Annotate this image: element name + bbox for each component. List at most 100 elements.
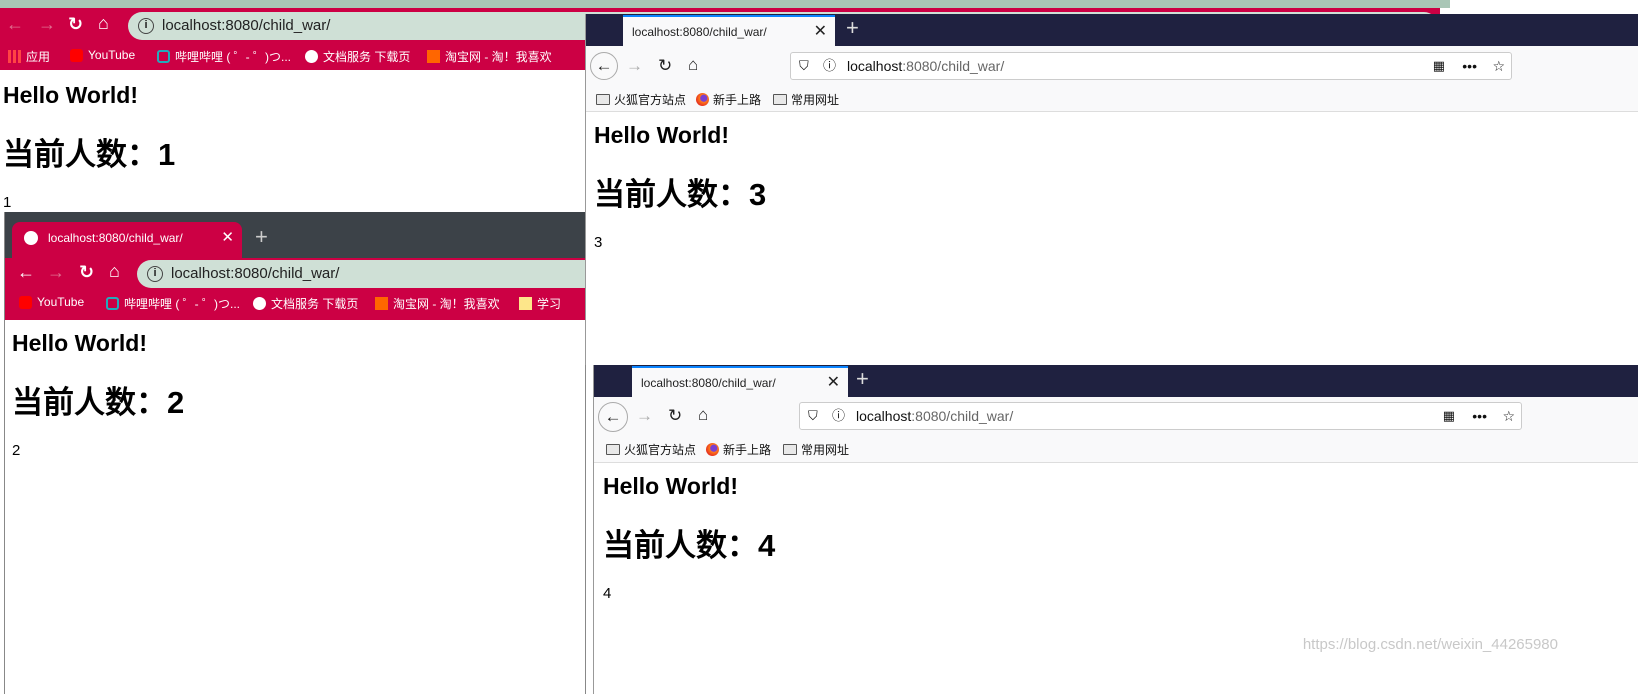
- home-icon[interactable]: ⌂: [98, 13, 109, 34]
- bookmark-bilibili[interactable]: 哔哩哔哩 ( ゜- ゜)つ...: [157, 48, 291, 65]
- bookmark-firefox-site[interactable]: 火狐官方站点: [606, 441, 696, 458]
- tab-active[interactable]: localhost:8080/child_war/ ✕: [623, 15, 835, 46]
- bookmark-common-sites[interactable]: 常用网址: [783, 441, 849, 458]
- bookmark-study[interactable]: 学习: [519, 295, 561, 312]
- forward-icon[interactable]: →: [636, 406, 653, 426]
- forward-icon[interactable]: →: [47, 262, 65, 283]
- bookmark-taobao[interactable]: 淘宝网 - 淘！我喜欢: [375, 295, 500, 312]
- more-icon[interactable]: •••: [1462, 53, 1477, 79]
- page-content-1: Hello World! 当前人数：1 1: [3, 82, 175, 211]
- bookmark-label: 淘宝网 - 淘！我喜欢: [393, 297, 500, 311]
- count-heading: 当前人数：3: [594, 177, 767, 212]
- firefox-window-3: localhost:8080/child_war/ ✕ + ← → ↻ ⌂ ⛉ ⓘ…: [585, 14, 1638, 365]
- more-icon[interactable]: •••: [1472, 403, 1487, 429]
- hello-heading: Hello World!: [594, 122, 730, 148]
- bookmark-firefox-site[interactable]: 火狐官方站点: [596, 91, 686, 108]
- bookmark-getting-started[interactable]: 新手上路: [706, 441, 771, 458]
- tab-title: localhost:8080/child_war/: [48, 231, 183, 245]
- forward-icon[interactable]: →: [38, 14, 56, 35]
- bookmark-taobao[interactable]: 淘宝网 - 淘！我喜欢: [427, 48, 552, 65]
- close-tab-icon[interactable]: ✕: [814, 17, 827, 47]
- bookmark-label: 文档服务 下载页: [271, 297, 359, 311]
- folder-icon: [773, 94, 787, 105]
- back-icon[interactable]: ←: [6, 14, 24, 35]
- globe-icon: [305, 50, 318, 63]
- chrome-window-2: localhost:8080/child_war/ ✕ + ← → ↻ ⌂ il…: [4, 212, 607, 694]
- bilibili-icon: [157, 50, 170, 63]
- back-icon[interactable]: ←: [590, 52, 618, 80]
- firefox-icon: [706, 443, 719, 456]
- bookmark-youtube[interactable]: YouTube: [19, 295, 84, 309]
- home-icon[interactable]: ⌂: [688, 55, 698, 75]
- url-text: localhost:8080/child_war/: [171, 265, 340, 282]
- bookmark-label: YouTube: [37, 295, 85, 309]
- home-icon[interactable]: ⌂: [109, 261, 120, 282]
- bookmark-docs[interactable]: 文档服务 下载页: [305, 48, 410, 65]
- folder-icon: [596, 94, 610, 105]
- count-text: 3: [594, 234, 603, 251]
- bookmark-label: 常用网址: [801, 443, 850, 457]
- new-tab-icon[interactable]: +: [846, 15, 859, 41]
- bookmark-label: 哔哩哔哩 ( ゜- ゜)つ...: [124, 297, 240, 311]
- close-tab-icon[interactable]: ✕: [221, 222, 234, 254]
- bookmark-label: 淘宝网 - 淘！我喜欢: [445, 50, 552, 64]
- bookmark-label: 文档服务 下载页: [323, 50, 411, 64]
- new-tab-icon[interactable]: +: [856, 366, 869, 392]
- tab-active[interactable]: localhost:8080/child_war/ ✕: [12, 222, 242, 262]
- new-tab-icon[interactable]: +: [255, 224, 268, 250]
- reload-icon[interactable]: ↻: [79, 262, 94, 283]
- close-tab-icon[interactable]: ✕: [827, 368, 840, 398]
- back-icon[interactable]: ←: [598, 402, 628, 432]
- forward-icon[interactable]: →: [626, 56, 643, 76]
- bookmark-getting-started[interactable]: 新手上路: [696, 91, 761, 108]
- bookmark-label: 火狐官方站点: [624, 443, 697, 457]
- youtube-icon: [19, 295, 32, 309]
- reload-icon[interactable]: ↻: [658, 56, 672, 76]
- count-text: 2: [12, 442, 21, 459]
- qr-code-icon[interactable]: ▦: [1433, 53, 1445, 79]
- tab-title: localhost:8080/child_war/: [641, 376, 776, 390]
- address-bar[interactable]: i localhost:8080/child_war/: [137, 260, 607, 288]
- chrome-tabstrip-edge: [0, 0, 1450, 8]
- tab-title: localhost:8080/child_war/: [632, 25, 767, 39]
- bilibili-icon: [106, 297, 119, 310]
- qr-code-icon[interactable]: ▦: [1443, 403, 1455, 429]
- taobao-icon: [375, 297, 388, 310]
- hello-heading: Hello World!: [603, 473, 739, 499]
- info-icon: i: [147, 266, 163, 282]
- watermark: https://blog.csdn.net/weixin_44265980: [1302, 636, 1558, 653]
- bookmark-bilibili[interactable]: 哔哩哔哩 ( ゜- ゜)つ...: [106, 295, 240, 312]
- bookmark-docs[interactable]: 文档服务 下载页: [253, 295, 358, 312]
- firefox-icon: [696, 93, 709, 106]
- bookmark-apps[interactable]: 应用: [8, 48, 50, 65]
- hello-heading: Hello World!: [12, 330, 148, 356]
- home-icon[interactable]: ⌂: [698, 405, 708, 425]
- bookmark-label: 学习: [537, 297, 562, 311]
- bookmark-youtube[interactable]: YouTube: [70, 48, 135, 62]
- url-host: localhost: [847, 58, 903, 74]
- info-icon: i: [138, 18, 154, 34]
- page-content-2: Hello World! 当前人数：2 2: [12, 330, 184, 459]
- reload-icon[interactable]: ↻: [668, 406, 682, 426]
- bookmark-common-sites[interactable]: 常用网址: [773, 91, 839, 108]
- info-icon: ⓘ: [823, 58, 837, 73]
- url-host: localhost: [856, 408, 912, 424]
- youtube-icon: [70, 48, 83, 62]
- bookmark-label: 哔哩哔哩 ( ゜- ゜)つ...: [175, 50, 291, 64]
- address-bar[interactable]: ⛉ ⓘ localhost:8080/child_war/ ▦ ••• ☆: [790, 52, 1512, 80]
- bookmark-label: 火狐官方站点: [614, 93, 687, 107]
- tab-active[interactable]: localhost:8080/child_war/ ✕: [632, 366, 848, 397]
- shield-icon: ⛉: [808, 408, 818, 423]
- chrome-toolbar-2: ← → ↻ ⌂ i localhost:8080/child_war/ YouTu…: [5, 258, 607, 320]
- back-icon[interactable]: ←: [17, 262, 35, 283]
- bookmark-star-icon[interactable]: ☆: [1502, 403, 1515, 429]
- count-text: 1: [3, 194, 12, 211]
- count-heading: 当前人数：2: [12, 385, 185, 420]
- reload-icon[interactable]: ↻: [68, 14, 83, 35]
- bookmark-star-icon[interactable]: ☆: [1492, 53, 1505, 79]
- info-icon: ⓘ: [832, 408, 846, 423]
- address-bar[interactable]: ⛉ ⓘ localhost:8080/child_war/ ▦ ••• ☆: [799, 402, 1522, 430]
- firefox-toolbar: ← → ↻ ⌂ ⛉ ⓘ localhost:8080/child_war/ ▦ …: [586, 46, 1638, 112]
- page-content-4: Hello World! 当前人数：4 4: [603, 473, 775, 602]
- apps-icon: [8, 50, 21, 63]
